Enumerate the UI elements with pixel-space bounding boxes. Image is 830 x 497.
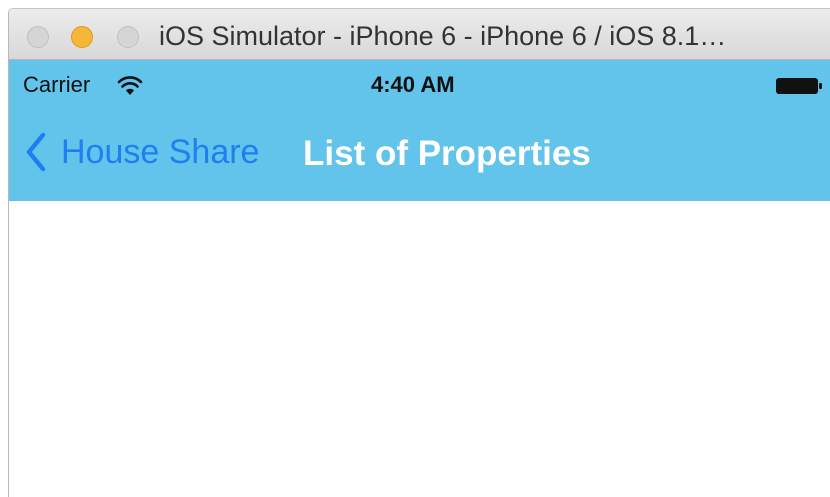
minimize-window-button[interactable] <box>71 26 93 48</box>
device-screen: Carrier 4:40 AM House Share List of Prop… <box>9 60 830 497</box>
battery-icon <box>776 78 822 94</box>
back-button[interactable]: House Share <box>25 130 259 174</box>
status-carrier: Carrier <box>23 72 91 97</box>
window-title: iOS Simulator - iPhone 6 - iPhone 6 / iO… <box>159 21 727 51</box>
window-titlebar[interactable]: iOS Simulator - iPhone 6 - iPhone 6 / iO… <box>9 9 830 60</box>
status-time: 4:40 AM <box>371 72 455 97</box>
back-button-label: House Share <box>61 132 260 171</box>
zoom-window-button[interactable] <box>117 26 139 48</box>
page-title: List of Properties <box>303 134 591 173</box>
close-window-button[interactable] <box>27 26 49 48</box>
wifi-icon <box>117 76 143 95</box>
navigation-bar: Carrier 4:40 AM House Share List of Prop… <box>9 60 830 201</box>
properties-list[interactable] <box>9 201 830 497</box>
chevron-left-icon <box>26 132 46 172</box>
simulator-window: iOS Simulator - iPhone 6 - iPhone 6 / iO… <box>8 8 830 497</box>
